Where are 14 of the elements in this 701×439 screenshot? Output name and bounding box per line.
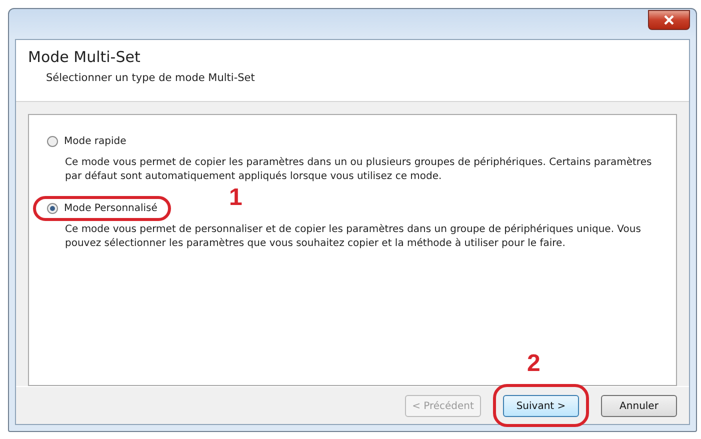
radio-label[interactable]: Mode rapide: [64, 136, 126, 147]
callout-number: 2: [527, 350, 540, 378]
option-description: Ce mode vous permet de copier les paramètres dans un ou plusieurs groupes de périphériques. Certains paramètres par défaut sont automatiquement appliqués lorsque vous utilisez ce mode.: [65, 156, 653, 184]
dialog-button[interactable]: Suivant >: [503, 395, 579, 418]
callout-number: 1: [229, 184, 242, 212]
option-description: Ce mode vous permet de personnaliser et de copier les paramètres dans un groupe de périphériques unique. Vous pouvez sélectionner les paramètres que vous souhaitez copier et la méthode à utiliser pour le faire.: [65, 223, 642, 251]
radio-button[interactable]: [47, 203, 58, 214]
close-icon: [664, 15, 674, 25]
radio-label[interactable]: Mode Personnalisé: [64, 203, 158, 214]
dialog-button[interactable]: Annuler: [601, 395, 677, 418]
radio-button[interactable]: [47, 136, 58, 147]
close-button[interactable]: [648, 10, 690, 30]
dialog-heading: Mode Multi-Set: [28, 48, 142, 66]
dialog-subtitle: Sélectionner un type de mode Multi-Set: [46, 72, 256, 84]
